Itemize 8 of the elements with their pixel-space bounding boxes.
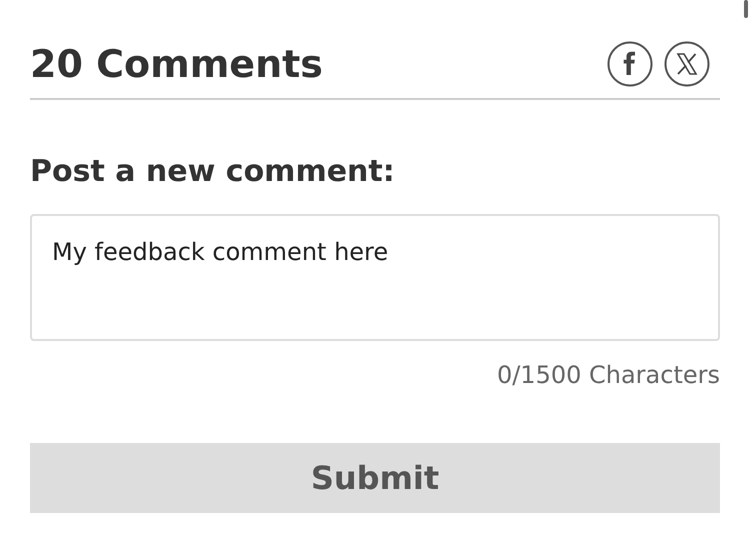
comment-field[interactable]: My feedback comment here <box>30 214 720 341</box>
facebook-icon[interactable] <box>607 41 653 87</box>
comments-title: 20 Comments <box>30 41 323 88</box>
form-label: Post a new comment: <box>30 153 396 191</box>
x-icon[interactable] <box>664 41 710 87</box>
scrollbar[interactable] <box>744 0 748 18</box>
submit-button[interactable]: Submit <box>30 443 720 513</box>
character-counter: 0/1500 Characters <box>496 361 720 389</box>
